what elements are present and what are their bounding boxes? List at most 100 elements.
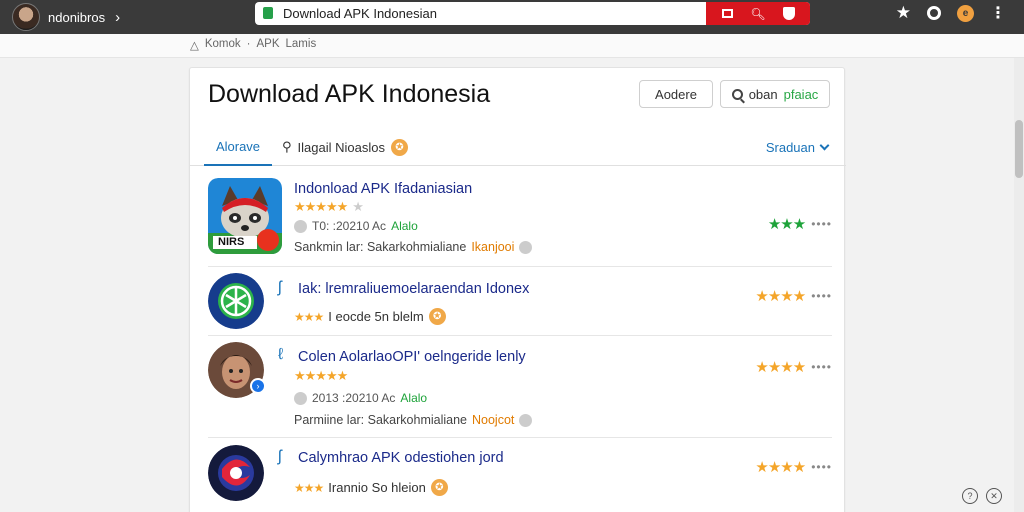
breadcrumb-bar — [0, 34, 1024, 58]
app-title[interactable]: Calymhrao APK odestiohen jord — [298, 450, 504, 466]
row-rating: ★★★ •••• — [768, 215, 832, 233]
link-icon: ʃ — [278, 448, 282, 465]
app-description-text: Irannio So hleion — [328, 480, 426, 495]
app-list: NIRS Indonload APK Ifadaniasian ★★★★★ ★ … — [190, 167, 846, 508]
app-description-text: I eocde 5n blelm — [328, 309, 424, 324]
address-bar-actions: 🔍︎ — [706, 2, 810, 25]
rating-stars: ★★★ — [767, 216, 806, 233]
magnifier-icon: ⚲ — [282, 139, 292, 154]
more-options-icon[interactable]: •••• — [811, 217, 832, 231]
user-icon — [294, 219, 307, 233]
corner-controls: ? ✕ — [962, 488, 1002, 504]
more-options-icon[interactable]: •••• — [811, 289, 832, 303]
header-button[interactable]: Aodere — [639, 80, 713, 108]
window-icon[interactable] — [720, 7, 734, 21]
app-icon-raccoon[interactable]: NIRS — [208, 178, 282, 254]
chevron-down-icon — [819, 140, 830, 150]
sort-dropdown[interactable]: Sraduan — [765, 128, 830, 166]
rating-stars: ★★★★ — [755, 459, 806, 476]
app-title[interactable]: Colen AolarlaoOPI' oelngeride lenly — [298, 349, 526, 365]
browser-toolbar: ndonibros › Download APK Indonesian 🔍︎ ★… — [0, 0, 1024, 34]
app-icon-leaf[interactable] — [208, 273, 264, 329]
app-description-text: Sankmin lar: Sakarkohmialiane — [294, 240, 467, 254]
row-rating: ★★★★ •••• — [755, 287, 832, 305]
star-rating: ★★★★★ — [294, 199, 348, 214]
app-meta: T0: :20210 Ac Alalo — [294, 219, 418, 233]
breadcrumb-item[interactable]: Lamis — [286, 38, 317, 52]
app-stars-line: ★★★★★ ★ — [294, 199, 364, 214]
app-meta: 2013 :20210 Ac Alalo — [294, 391, 427, 405]
search-icon[interactable]: 🔍︎ — [750, 7, 765, 21]
breadcrumb-home-icon[interactable]: △ — [190, 38, 199, 52]
coin-icon: ✪ — [428, 308, 446, 325]
account-icon[interactable]: e — [957, 4, 974, 22]
search-icon — [731, 88, 743, 100]
avatar — [12, 3, 40, 31]
more-menu-icon[interactable]: ⋮ — [990, 3, 1006, 23]
main-card: Download APK Indonesia Aodere oban pfaia… — [189, 67, 846, 512]
shield-icon[interactable] — [782, 7, 796, 21]
lock-icon — [263, 7, 273, 19]
breadcrumb: △ Komok · APK Lamis — [190, 38, 316, 52]
tab-search-label: Ilagail Nioaslos — [297, 139, 385, 155]
app-stars-line: ★★★★★ — [294, 368, 348, 384]
page-scrollbar[interactable] — [1014, 58, 1024, 512]
rating-stars: ★★★★ — [755, 288, 806, 305]
profile-name: ndonibros — [48, 9, 106, 25]
list-item[interactable]: › ℓ Colen AolarlaoOPI' oelngeride lenly … — [208, 336, 832, 438]
search-button-label: oban — [748, 86, 778, 102]
tab-search[interactable]: ⚲ Ilagail Nioaslos ✪ — [282, 128, 408, 166]
star-rating: ★★★★★ — [294, 368, 348, 383]
search-button[interactable]: oban pfaiac — [720, 80, 830, 108]
app-description-highlight: Noojcot — [472, 413, 515, 427]
address-bar[interactable]: Download APK Indonesian 🔍︎ — [255, 2, 810, 25]
app-title[interactable]: Iak: lremraliuemoelaraendan Idonex — [298, 281, 529, 297]
help-icon[interactable]: ? — [962, 488, 978, 504]
breadcrumb-item[interactable]: Komok — [205, 38, 241, 52]
app-description: ★★★ Irannio So hleion ✪ — [294, 479, 448, 496]
extension-icon[interactable] — [927, 6, 941, 20]
info-icon — [519, 413, 533, 427]
toolbar-right: ★ e ⋮ — [896, 3, 1006, 23]
link-icon: ʃ — [278, 279, 282, 296]
tab-bar: Alorave ⚲ Ilagail Nioaslos ✪ Sraduan — [190, 128, 846, 166]
scrollbar-thumb[interactable] — [1015, 120, 1023, 178]
more-options-icon[interactable]: •••• — [811, 460, 832, 474]
rating-stars: ★★★★ — [755, 359, 806, 376]
list-item[interactable]: ʃ Iak: lremraliuemoelaraendan Idonex ★★★… — [208, 267, 832, 336]
app-meta-text: T0: :20210 Ac — [312, 219, 387, 233]
app-description-highlight: Ikanjooi — [471, 240, 515, 254]
app-meta-green: Alalo — [391, 219, 418, 233]
app-icon-label: NIRS — [218, 236, 245, 248]
list-item[interactable]: NIRS Indonload APK Ifadaniasian ★★★★★ ★ … — [208, 167, 832, 267]
sort-label: Sraduan — [765, 139, 815, 155]
page-title: Download APK Indonesia — [208, 80, 491, 108]
star-rating: ★★★ — [294, 480, 324, 495]
app-meta-text: 2013 :20210 Ac — [312, 391, 396, 405]
more-options-icon[interactable]: •••• — [811, 360, 832, 374]
list-item[interactable]: ʃ Calymhrao APK odestiohen jord ★★★ Iran… — [208, 438, 832, 508]
info-icon — [519, 240, 533, 254]
profile-menu[interactable]: ndonibros › — [12, 3, 120, 31]
coin-icon: ✪ — [390, 138, 408, 156]
chevron-right-icon: › — [115, 8, 121, 26]
verified-badge-icon: › — [250, 378, 266, 394]
app-description-text: Parmiine lar: Sakarkohmialiane — [294, 413, 467, 427]
app-description: Sankmin lar: Sakarkohmialiane Ikanjooi — [294, 240, 533, 254]
row-rating: ★★★★ •••• — [755, 358, 832, 376]
search-button-highlight: pfaiac — [783, 86, 819, 102]
breadcrumb-separator: · — [246, 38, 251, 50]
close-icon[interactable]: ✕ — [986, 488, 1002, 504]
row-rating: ★★★★ •••• — [755, 458, 832, 476]
url-text[interactable]: Download APK Indonesian — [283, 6, 437, 21]
app-icon-circle-logo[interactable] — [208, 445, 264, 501]
breadcrumb-item[interactable]: APK — [257, 38, 280, 52]
app-description: Parmiine lar: Sakarkohmialiane Noojcot — [294, 413, 533, 427]
link-icon: ℓ — [278, 346, 284, 363]
user-icon — [294, 391, 307, 405]
app-title[interactable]: Indonload APK Ifadaniasian — [294, 181, 472, 197]
bookmark-star-icon[interactable]: ★ — [896, 3, 911, 23]
app-meta-green: Alalo — [400, 391, 428, 405]
tab-active[interactable]: Alorave — [204, 128, 272, 166]
app-description: ★★★ I eocde 5n blelm ✪ — [294, 308, 446, 325]
